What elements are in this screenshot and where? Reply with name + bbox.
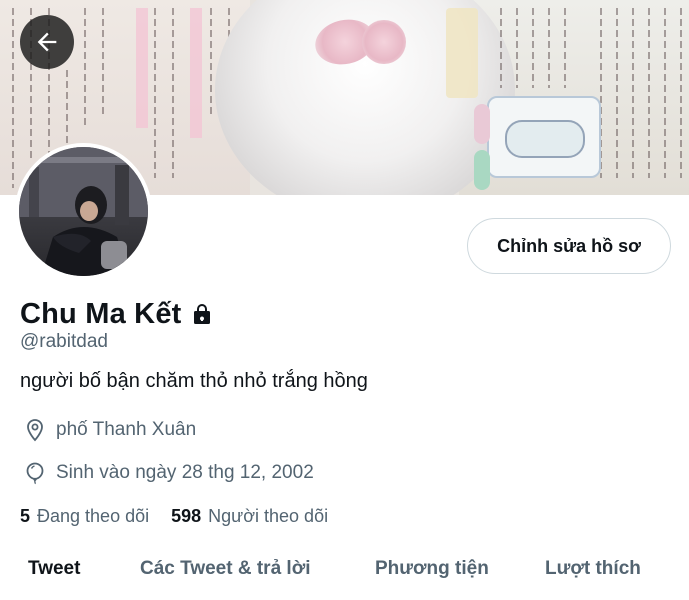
tab-tweets-replies[interactable]: Các Tweet & trả lời <box>140 558 310 580</box>
tab-tweets[interactable]: Tweet <box>28 558 80 580</box>
avatar-photo <box>19 147 148 276</box>
user-handle: @rabitdad <box>20 331 108 352</box>
back-button[interactable] <box>20 15 74 69</box>
location-text: phố Thanh Xuân <box>56 419 197 440</box>
arrow-left-icon <box>37 32 57 52</box>
location-row: phố Thanh Xuân <box>22 415 196 445</box>
tab-media[interactable]: Phương tiện <box>375 558 489 580</box>
followers-label: Người theo dõi <box>208 506 329 526</box>
map-pin-icon <box>22 418 48 442</box>
followers-count: 598 <box>171 506 202 526</box>
edit-profile-button[interactable]: Chỉnh sửa hồ sơ <box>467 218 671 274</box>
birthday-row: Sinh vào ngày 28 thg 12, 2002 <box>22 458 314 488</box>
birthday-text: Sinh vào ngày 28 thg 12, 2002 <box>56 462 314 483</box>
display-name-row: Chu Ma Kết <box>20 294 214 334</box>
banner-diagram <box>487 96 601 178</box>
followers-link[interactable]: 598 Người theo dõi <box>171 506 328 527</box>
profile-tabs: Tweet Các Tweet & trả lời Phương tiện Lư… <box>0 548 689 600</box>
following-link[interactable]: 5 Đang theo dõi <box>20 506 149 527</box>
tab-likes[interactable]: Lượt thích <box>545 558 641 580</box>
follow-stats: 5 Đang theo dõi 598 Người theo dõi <box>20 506 350 527</box>
display-name: Chu Ma Kết <box>20 297 182 330</box>
avatar[interactable] <box>15 143 152 280</box>
following-label: Đang theo dõi <box>37 506 150 526</box>
following-count: 5 <box>20 506 31 526</box>
profile-bio: người bố bận chăm thỏ nhỏ trắng hồng <box>20 370 368 392</box>
lock-icon <box>190 302 214 326</box>
balloon-icon <box>22 461 48 485</box>
